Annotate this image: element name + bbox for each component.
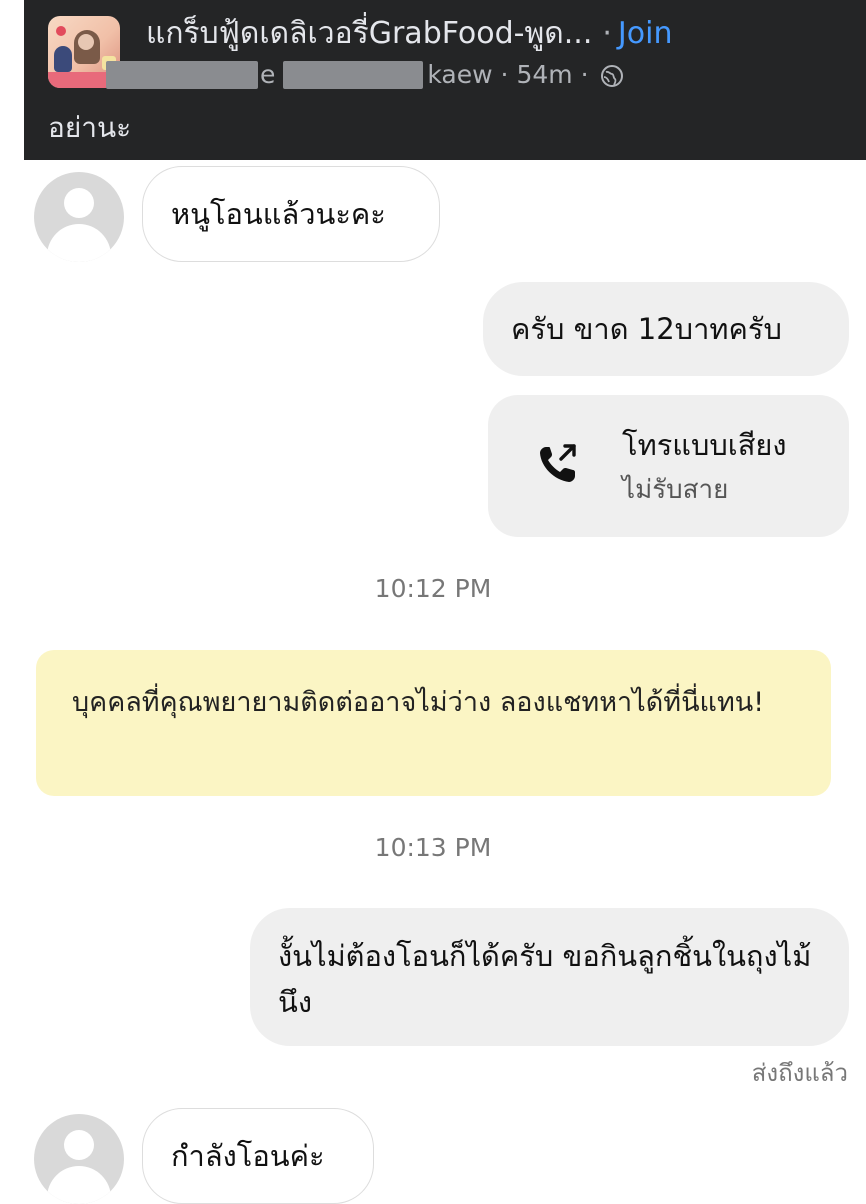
message-text: ครับ ขาด 12บาทครับ [511, 312, 782, 346]
call-status: ไม่รับสาย [622, 475, 729, 505]
delivery-status: ส่งถึงแล้ว [751, 1059, 848, 1087]
group-name-link[interactable]: แกร็บฟู้ดเดลิเวอรี่GrabFood-พูด... [146, 16, 592, 51]
outgoing-message-bubble[interactable]: ครับ ขาด 12บาทครับ [483, 282, 849, 376]
incoming-message-bubble[interactable]: กำลังโอนค่ะ [142, 1108, 374, 1204]
redacted-author-surname [283, 61, 424, 89]
globe-icon [600, 63, 624, 87]
message-text: กำลังโอนค่ะ [171, 1139, 325, 1173]
incoming-message-bubble[interactable]: หนูโอนแล้วนะคะ [142, 166, 440, 262]
contact-avatar[interactable] [34, 1114, 124, 1204]
missed-outgoing-call-icon [532, 437, 586, 491]
title-separator: · [602, 16, 612, 51]
chat-timestamp: 10:13 PM [374, 833, 492, 862]
system-notice: บุคคลที่คุณพยายามติดต่ออาจไม่ว่าง ลองแชท… [36, 650, 831, 796]
notice-text: บุคคลที่คุณพยายามติดต่ออาจไม่ว่าง ลองแชท… [72, 687, 765, 718]
post-time-ago[interactable]: 54m [516, 60, 572, 89]
outgoing-message-bubble[interactable]: งั้นไม่ต้องโอนก็ได้ครับ ขอกินลูกชิ้นในถุ… [250, 908, 849, 1046]
group-title-row: แกร็บฟู้ดเดลิเวอรี่GrabFood-พูด... · Join [146, 14, 846, 54]
voice-call-card[interactable]: โทรแบบเสียง ไม่รับสาย [488, 395, 849, 537]
message-text: หนูโอนแล้วนะคะ [171, 197, 386, 231]
chat-timestamp: 10:12 PM [374, 574, 492, 603]
contact-avatar[interactable] [34, 172, 124, 262]
message-text: งั้นไม่ต้องโอนก็ได้ครับ ขอกินลูกชิ้นในถุ… [278, 939, 812, 1019]
meta-separator: · [500, 60, 509, 89]
join-group-link[interactable]: Join [618, 16, 673, 51]
redacted-author-name [106, 61, 258, 89]
post-header: แกร็บฟู้ดเดลิเวอรี่GrabFood-พูด... · Join … [24, 0, 866, 160]
call-title: โทรแบบเสียง [622, 428, 787, 462]
author-name-fragment-2[interactable]: kaew [427, 60, 492, 89]
meta-separator-2: · [580, 60, 589, 89]
author-name-fragment-1: e [260, 60, 276, 89]
post-meta-row: e kaew · 54m · [106, 57, 706, 91]
post-caption: อย่านะ [48, 111, 132, 144]
